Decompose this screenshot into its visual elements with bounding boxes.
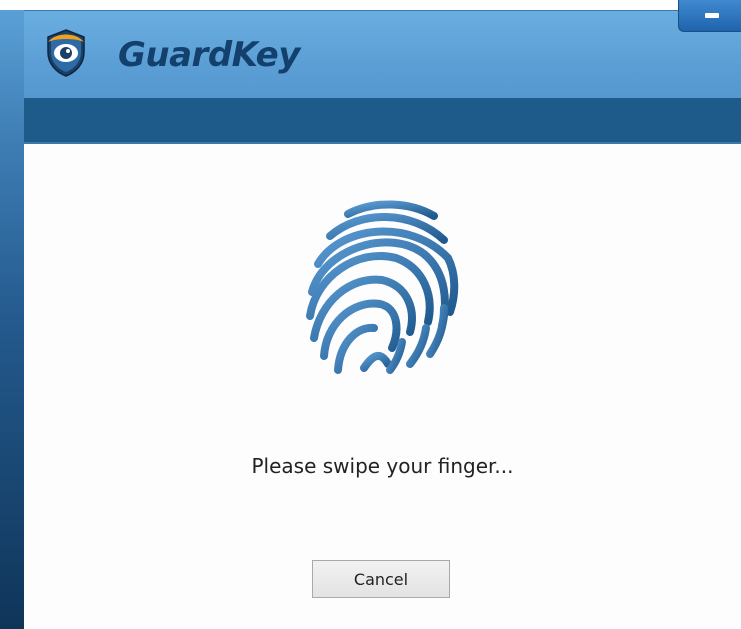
window-left-frame [0, 10, 24, 629]
fingerprint-icon [300, 192, 460, 392]
swipe-prompt: Please swipe your finger... [251, 454, 514, 478]
guardkey-window: GuardKey Please swipe your finger... Can… [0, 0, 741, 629]
subheader-bar [24, 98, 741, 144]
content-panel: Please swipe your finger... Cancel [24, 144, 741, 629]
cancel-button[interactable]: Cancel [312, 560, 450, 598]
title-bar: GuardKey [0, 10, 741, 98]
window-top-edge [0, 0, 741, 10]
shield-eye-logo-icon [44, 28, 88, 78]
minimize-icon [705, 13, 719, 18]
app-title: GuardKey [118, 35, 300, 75]
minimize-button[interactable] [678, 0, 741, 32]
